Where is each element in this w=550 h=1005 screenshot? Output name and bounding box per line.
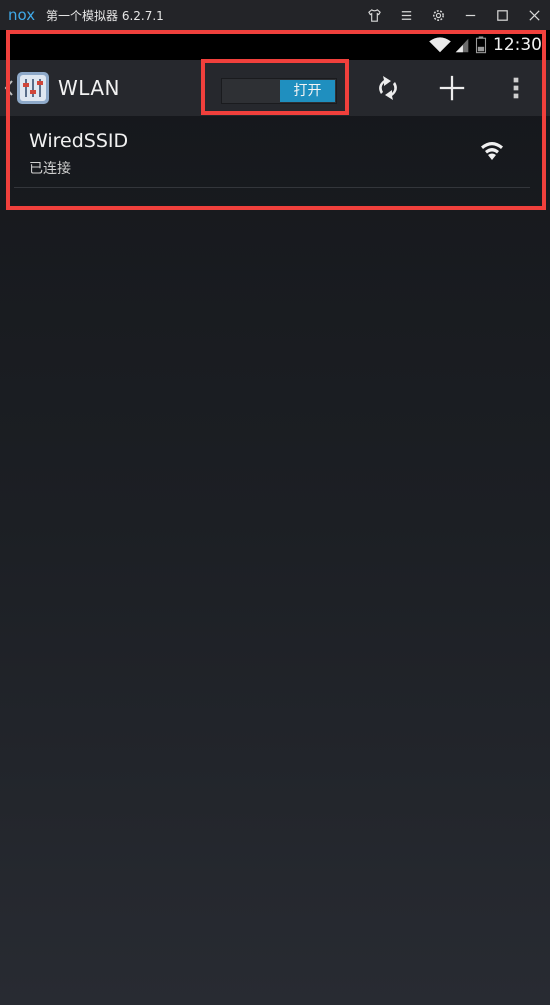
overflow-menu-button[interactable]	[488, 60, 544, 116]
back-chevron-icon[interactable]	[4, 78, 14, 98]
network-status: 已连接	[29, 161, 71, 177]
status-time: 12:30	[493, 35, 542, 55]
status-bar: 12:30	[0, 30, 550, 60]
network-ssid: WiredSSID	[29, 130, 129, 152]
wlan-toggle-highlight: 打开	[201, 59, 349, 115]
minimize-button[interactable]	[454, 0, 486, 30]
refresh-icon	[379, 76, 397, 100]
minimize-icon	[465, 14, 475, 16]
page-title: WLAN	[58, 76, 121, 100]
add-network-button[interactable]	[424, 60, 480, 116]
wlan-toggle[interactable]: 打开	[221, 78, 337, 104]
battery-icon	[475, 36, 487, 54]
nox-logo: nox	[8, 6, 35, 24]
cell-signal-icon	[455, 38, 469, 53]
menu-button[interactable]	[390, 0, 422, 30]
shirt-icon	[367, 8, 381, 22]
skin-button[interactable]	[358, 0, 390, 30]
maximize-icon	[496, 9, 508, 21]
menu-icon	[401, 10, 411, 20]
maximize-button[interactable]	[486, 0, 518, 30]
wifi-icon	[429, 37, 451, 53]
add-icon	[439, 75, 465, 101]
settings-button[interactable]	[422, 0, 454, 30]
window-controls	[358, 0, 550, 30]
toggle-thumb-label: 打开	[280, 80, 335, 102]
list-divider	[14, 187, 530, 188]
refresh-button[interactable]	[360, 60, 416, 116]
window-title: 第一个模拟器 6.2.7.1	[46, 8, 164, 23]
svg-text:nox: nox	[8, 6, 35, 24]
emulator-title-bar: nox 第一个模拟器 6.2.7.1	[0, 0, 550, 30]
close-button[interactable]	[518, 0, 550, 30]
wifi-signal-icon	[481, 142, 503, 160]
list-item[interactable]: WiredSSID 已连接	[14, 116, 530, 188]
close-icon	[528, 9, 540, 21]
android-screen: 12:30 WLAN 打开 WiredSSID 已连接	[0, 30, 550, 1005]
gear-icon	[432, 9, 444, 21]
overflow-menu-icon	[513, 77, 519, 99]
settings-app-icon[interactable]	[16, 71, 50, 105]
